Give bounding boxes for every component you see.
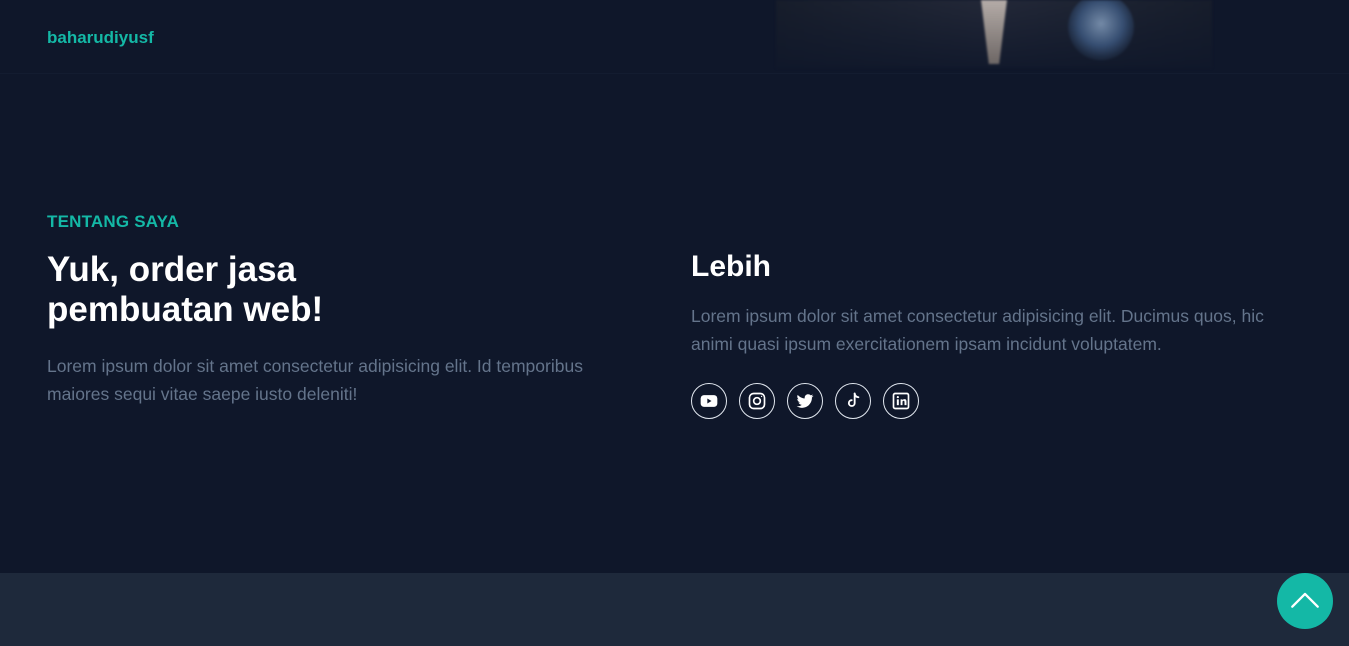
more-section: Lebih Lorem ipsum dolor sit amet consect…	[691, 250, 1301, 419]
hero-photo	[776, 0, 1212, 68]
instagram-link[interactable]	[739, 383, 775, 419]
brand-logo-link[interactable]: baharudiyusf	[47, 28, 154, 48]
twitter-icon	[796, 394, 814, 408]
youtube-link[interactable]	[691, 383, 727, 419]
twitter-link[interactable]	[787, 383, 823, 419]
photo-tie-detail	[981, 0, 1007, 64]
instagram-icon	[748, 392, 766, 410]
about-headline: Yuk, order jasa pembuatan web!	[47, 250, 324, 329]
about-section: TENTANG SAYA Yuk, order jasa pembuatan w…	[47, 212, 627, 408]
about-description: Lorem ipsum dolor sit amet consectetur a…	[47, 356, 583, 404]
tiktok-icon	[847, 392, 860, 407]
photo-badge-detail	[1068, 0, 1134, 60]
footer	[0, 573, 1349, 646]
youtube-icon	[700, 395, 718, 407]
about-eyebrow: TENTANG SAYA	[47, 212, 180, 231]
linkedin-link[interactable]	[883, 383, 919, 419]
chevron-up-icon	[1291, 592, 1319, 608]
social-links	[691, 383, 1301, 419]
more-description: Lorem ipsum dolor sit amet consectetur a…	[691, 306, 1264, 354]
tiktok-link[interactable]	[835, 383, 871, 419]
back-to-top-button[interactable]	[1277, 573, 1333, 629]
more-title: Lebih	[691, 250, 771, 283]
linkedin-icon	[892, 392, 910, 410]
